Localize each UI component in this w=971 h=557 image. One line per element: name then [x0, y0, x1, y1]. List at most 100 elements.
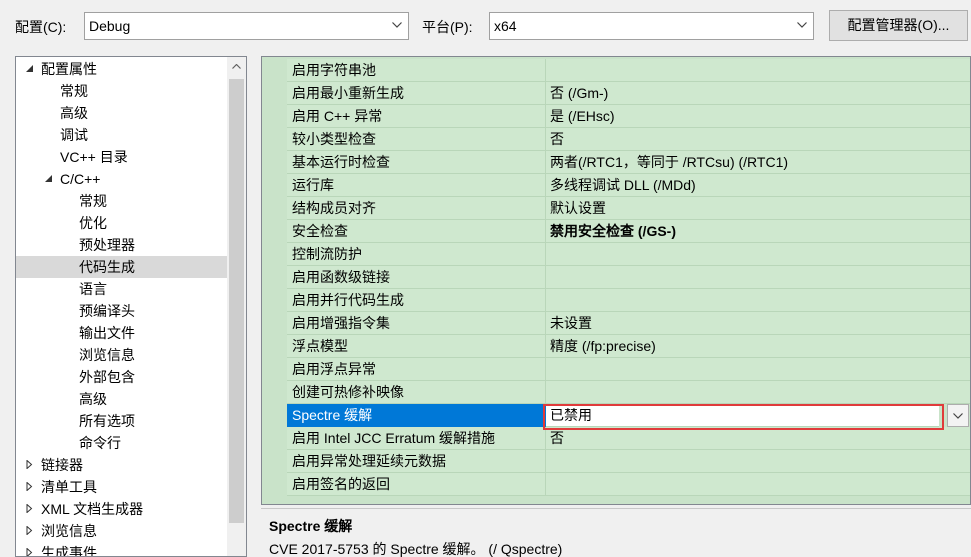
property-value[interactable]: 精度 (/fp:precise): [546, 335, 970, 358]
collapsed-arrow-icon[interactable]: [24, 454, 36, 476]
chevron-down-icon[interactable]: [386, 13, 408, 39]
property-value[interactable]: [546, 473, 970, 496]
property-name: 启用函数级链接: [287, 266, 546, 289]
description-text: CVE 2017-5753 的 Spectre 缓解。 (/ Qspectre): [269, 541, 563, 557]
property-row[interactable]: 浮点模型 精度 (/fp:precise): [262, 335, 970, 358]
category-tree[interactable]: 配置属性 常规 高级 调试 VC++ 目录 C/C++ 常规 优化 预处理器 代码生成 语言 预编译头…: [15, 56, 247, 557]
property-name: 创建可热修补映像: [287, 381, 546, 404]
property-name: 启用字符串池: [287, 59, 546, 82]
property-row[interactable]: 启用异常处理延续元数据: [262, 450, 970, 473]
tree-item[interactable]: 命令行: [16, 432, 227, 454]
tree-item[interactable]: 优化: [16, 212, 227, 234]
property-row[interactable]: 创建可热修补映像: [262, 381, 970, 404]
collapsed-arrow-icon[interactable]: [24, 498, 36, 520]
property-value[interactable]: 否: [546, 427, 970, 450]
tree-item[interactable]: 预处理器: [16, 234, 227, 256]
tree-item-label: 命令行: [79, 435, 121, 451]
property-row[interactable]: 启用浮点异常: [262, 358, 970, 381]
property-row[interactable]: 较小类型检查否: [262, 128, 970, 151]
property-value[interactable]: [546, 243, 970, 266]
property-value[interactable]: 禁用安全检查 (/GS-): [546, 220, 970, 243]
collapsed-arrow-icon[interactable]: [24, 542, 36, 556]
property-value[interactable]: 多线程调试 DLL (/MDd): [546, 174, 970, 197]
collapsed-arrow-icon[interactable]: [24, 520, 36, 542]
property-row[interactable]: 安全检查 禁用安全检查 (/GS-): [262, 220, 970, 243]
platform-combobox[interactable]: x64: [489, 12, 814, 40]
tree-item[interactable]: 生成事件: [16, 542, 227, 556]
tree-item[interactable]: 常规: [16, 190, 227, 212]
property-row[interactable]: 启用 C++ 异常是 (/EHsc): [262, 105, 970, 128]
expanded-arrow-icon[interactable]: [24, 58, 36, 80]
config-manager-button[interactable]: 配置管理器(O)...: [829, 10, 968, 41]
property-row[interactable]: 结构成员对齐 默认设置: [262, 197, 970, 220]
tree-item[interactable]: C/C++: [16, 168, 227, 190]
property-value[interactable]: 否: [546, 128, 970, 151]
chevron-down-icon[interactable]: [791, 13, 813, 39]
expanded-arrow-icon[interactable]: [43, 168, 55, 190]
tree-item[interactable]: 代码生成: [16, 256, 227, 278]
scrollbar-thumb[interactable]: [229, 79, 244, 523]
property-row[interactable]: 控制流防护: [262, 243, 970, 266]
property-value[interactable]: [546, 450, 970, 473]
property-value[interactable]: [546, 266, 970, 289]
property-row[interactable]: 基本运行时检查 两者(/RTC1，等同于 /RTCsu) (/RTC1): [262, 151, 970, 174]
property-row[interactable]: 启用增强指令集 未设置: [262, 312, 970, 335]
property-value[interactable]: [546, 358, 970, 381]
property-value[interactable]: [546, 289, 970, 312]
collapsed-arrow-icon[interactable]: [24, 476, 36, 498]
tree-item[interactable]: 浏览信息: [16, 520, 227, 542]
tree-item-label: 优化: [79, 215, 107, 231]
property-value[interactable]: 否 (/Gm-): [546, 82, 970, 105]
property-name: 启用签名的返回: [287, 473, 546, 496]
tree-item-label: 语言: [79, 281, 107, 297]
property-row[interactable]: 启用字符串池: [262, 59, 970, 82]
tree-scrollbar[interactable]: [227, 57, 246, 556]
property-row[interactable]: Spectre 缓解 已禁用: [262, 404, 970, 427]
tree-item[interactable]: 高级: [16, 388, 227, 410]
tree-item[interactable]: 调试: [16, 124, 227, 146]
property-value[interactable]: 未设置: [546, 312, 970, 335]
config-combobox[interactable]: Debug: [84, 12, 409, 40]
property-row[interactable]: 启用最小重新生成否 (/Gm-): [262, 82, 970, 105]
property-grid: 启用字符串池 启用最小重新生成否 (/Gm-) 启用 C++ 异常是 (/EHsc)…: [261, 56, 971, 505]
property-name: 启用最小重新生成: [287, 82, 546, 105]
property-value[interactable]: 默认设置: [546, 197, 970, 220]
tree-item-label: 代码生成: [79, 259, 135, 275]
tree-item-label: 浏览信息: [41, 523, 97, 539]
tree-item[interactable]: 语言: [16, 278, 227, 300]
config-value: Debug: [89, 18, 131, 34]
scroll-up-icon[interactable]: [227, 57, 246, 77]
property-name: 基本运行时检查: [287, 151, 546, 174]
property-value[interactable]: 已禁用: [546, 404, 939, 427]
tree-item[interactable]: 所有选项: [16, 410, 227, 432]
tree-item[interactable]: XML 文档生成器: [16, 498, 227, 520]
tree-item[interactable]: 链接器: [16, 454, 227, 476]
property-name: 结构成员对齐: [287, 197, 546, 220]
property-value[interactable]: 是 (/EHsc): [546, 105, 970, 128]
property-name: 启用 C++ 异常: [287, 105, 546, 128]
property-row[interactable]: 启用签名的返回: [262, 473, 970, 496]
tree-item-label: 高级: [79, 391, 107, 407]
property-value[interactable]: [546, 59, 970, 82]
tree-item-label: 输出文件: [79, 325, 135, 341]
config-label: 配置(C):: [15, 19, 67, 35]
tree-item[interactable]: 清单工具: [16, 476, 227, 498]
tree-item[interactable]: VC++ 目录: [16, 146, 227, 168]
property-row[interactable]: 启用 Intel JCC Erratum 缓解措施否: [262, 427, 970, 450]
property-row[interactable]: 启用函数级链接: [262, 266, 970, 289]
property-name: 启用并行代码生成: [287, 289, 546, 312]
tree-item-label: 清单工具: [41, 479, 97, 495]
tree-item[interactable]: 常规: [16, 80, 227, 102]
tree-item[interactable]: 输出文件: [16, 322, 227, 344]
dropdown-chevron-icon[interactable]: [947, 404, 969, 427]
tree-item[interactable]: 预编译头: [16, 300, 227, 322]
property-value[interactable]: 两者(/RTC1，等同于 /RTCsu) (/RTC1): [546, 151, 970, 174]
property-name: 启用浮点异常: [287, 358, 546, 381]
property-row[interactable]: 运行库 多线程调试 DLL (/MDd): [262, 174, 970, 197]
tree-item[interactable]: 浏览信息: [16, 344, 227, 366]
property-value[interactable]: [546, 381, 970, 404]
property-row[interactable]: 启用并行代码生成: [262, 289, 970, 312]
tree-item[interactable]: 外部包含: [16, 366, 227, 388]
tree-item[interactable]: 配置属性: [16, 58, 227, 80]
tree-item[interactable]: 高级: [16, 102, 227, 124]
